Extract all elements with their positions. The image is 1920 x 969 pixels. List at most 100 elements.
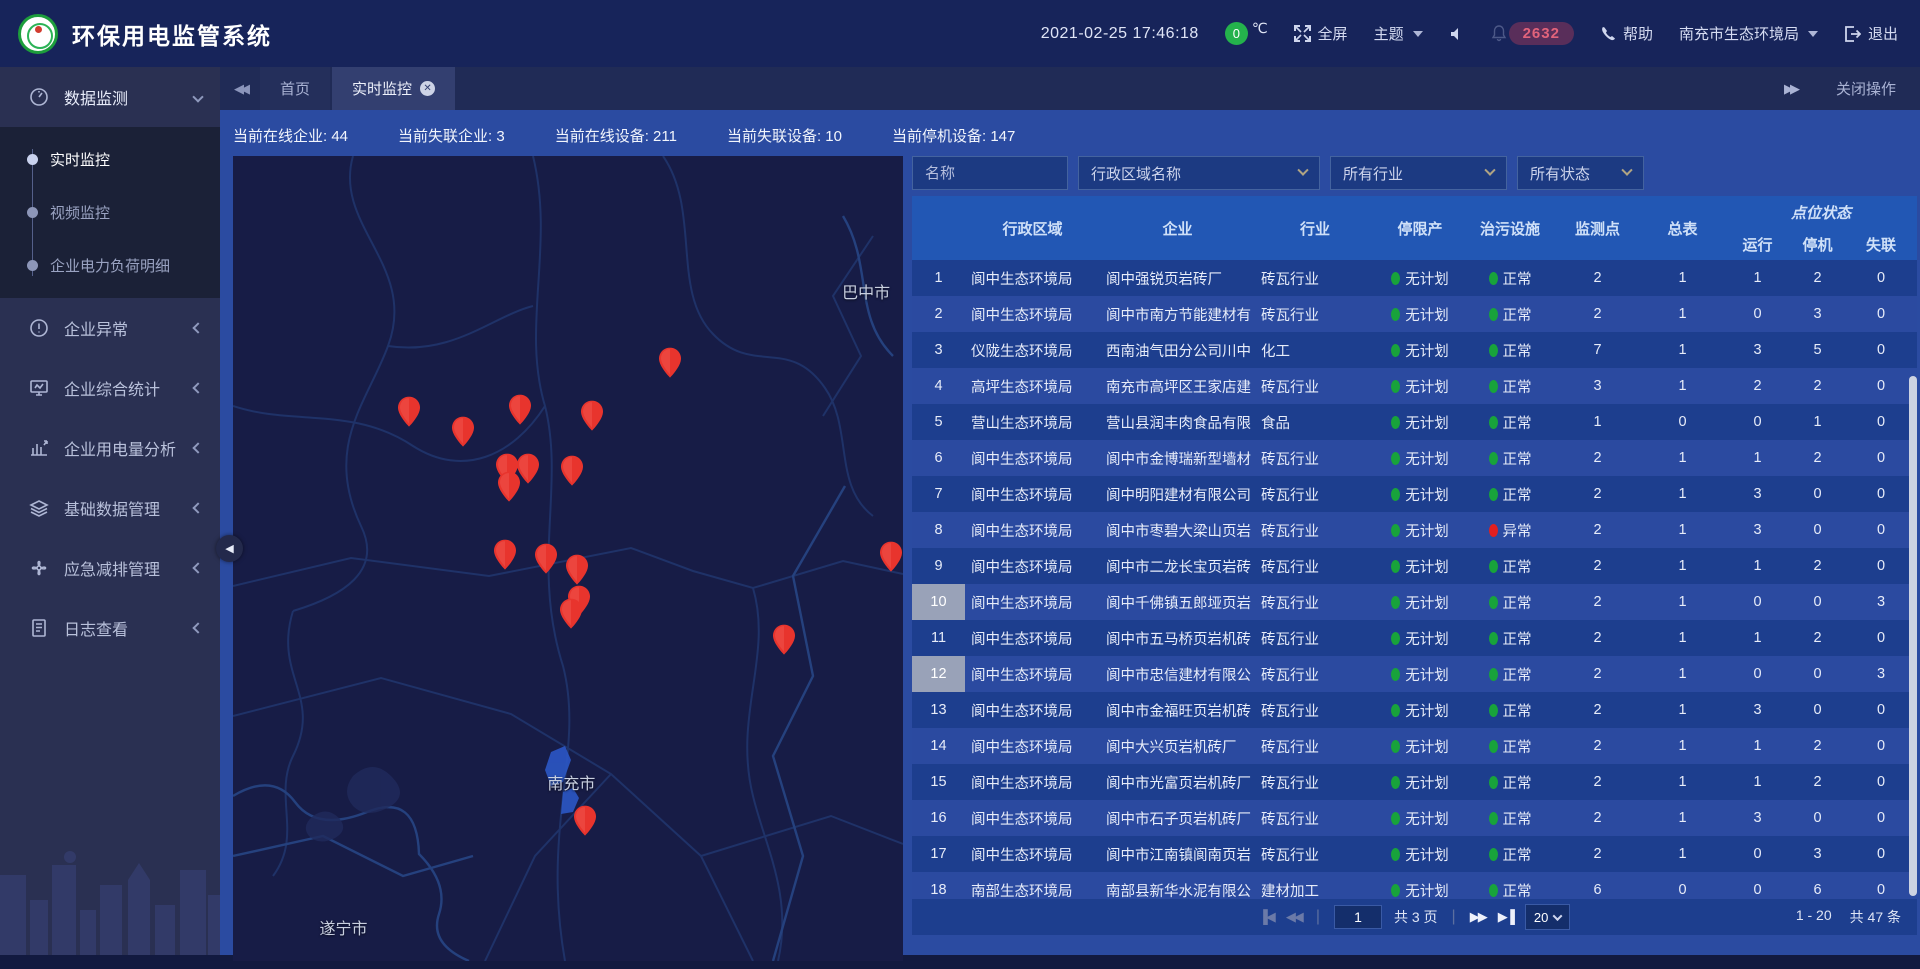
row-meters: 1 — [1640, 594, 1725, 610]
row-region: 南部生态环境局 — [965, 880, 1100, 900]
map-pin[interactable] — [452, 417, 474, 447]
table-row[interactable]: 10阆中生态环境局阆中千佛镇五郎垭页岩砖瓦行业无计划正常21003 — [912, 584, 1917, 620]
row-points: 2 — [1555, 630, 1640, 646]
table-row[interactable]: 13阆中生态环境局阆中市金福旺页岩机砖砖瓦行业无计划正常21300 — [912, 692, 1917, 728]
sidebar-item-0[interactable]: 数据监测 — [0, 67, 220, 127]
row-meters: 0 — [1640, 414, 1725, 430]
table-scrollbar[interactable] — [1909, 376, 1917, 896]
logout-button[interactable]: 退出 — [1844, 23, 1898, 44]
row-stopped: 2 — [1790, 630, 1845, 646]
status-dot — [1391, 884, 1400, 897]
map-pin[interactable] — [517, 453, 539, 483]
col-index — [912, 196, 965, 260]
close-operations-button[interactable]: 关闭操作 — [1836, 78, 1896, 99]
col-facility: 治污设施 — [1465, 196, 1555, 260]
layers-icon — [28, 497, 50, 519]
mute-button[interactable] — [1449, 26, 1465, 42]
map-pin[interactable] — [498, 472, 520, 502]
row-running: 3 — [1725, 522, 1790, 538]
tab-首页[interactable]: 首页 — [260, 67, 330, 110]
status-select[interactable]: 所有状态 — [1517, 156, 1644, 190]
map-pin[interactable] — [566, 555, 588, 585]
chevron-icon — [192, 622, 203, 633]
tab-close-icon[interactable]: ✕ — [420, 81, 435, 96]
last-page-icon[interactable]: ▶▐ — [1498, 909, 1513, 925]
table-row[interactable]: 14阆中生态环境局阆中大兴页岩机砖厂砖瓦行业无计划正常21120 — [912, 728, 1917, 764]
industry-select[interactable]: 所有行业 — [1330, 156, 1507, 190]
row-region: 阆中生态环境局 — [965, 556, 1100, 577]
map-pin[interactable] — [581, 401, 603, 431]
table-row[interactable]: 1阆中生态环境局阆中强锐页岩砖厂砖瓦行业无计划正常21120 — [912, 260, 1917, 296]
row-index: 1 — [912, 260, 965, 296]
page-number-input[interactable] — [1334, 905, 1382, 929]
sidebar-subitem-0-2[interactable]: 企业电力负荷明细 — [0, 239, 220, 292]
table-row[interactable]: 5营山生态环境局营山县润丰肉食品有限食品无计划正常10010 — [912, 404, 1917, 440]
sidebar-item-1[interactable]: 企业异常 — [0, 298, 220, 358]
tabs-scroll-left-icon[interactable]: ◀◀ — [234, 81, 246, 97]
table-row[interactable]: 3仪陇生态环境局西南油气田分公司川中化工无计划正常71350 — [912, 332, 1917, 368]
row-offline: 0 — [1845, 342, 1917, 358]
row-running: 0 — [1725, 306, 1790, 322]
map-pin[interactable] — [560, 598, 582, 628]
chevron-icon — [192, 502, 203, 513]
tab-实时监控[interactable]: 实时监控✕ — [332, 67, 455, 110]
map-pin[interactable] — [574, 806, 596, 836]
row-running: 3 — [1725, 702, 1790, 718]
row-limit-status: 无计划 — [1375, 412, 1465, 433]
table-row[interactable]: 8阆中生态环境局阆中市枣碧大梁山页岩砖瓦行业无计划异常21300 — [912, 512, 1917, 548]
row-company: 营山县润丰肉食品有限 — [1100, 412, 1255, 433]
map-panel[interactable]: 巴中市南充市遂宁市 — [233, 156, 903, 961]
tabs-scroll-right-icon[interactable]: ▶▶ — [1784, 81, 1796, 97]
name-search-input[interactable] — [912, 156, 1068, 190]
prev-page-icon[interactable]: ◀◀ — [1286, 909, 1302, 925]
sidebar-item-3[interactable]: 企业用电量分析 — [0, 418, 220, 478]
sidebar-item-5[interactable]: 应急减排管理 — [0, 538, 220, 598]
table-row[interactable]: 9阆中生态环境局阆中市二龙长宝页岩砖砖瓦行业无计划正常21120 — [912, 548, 1917, 584]
table-row[interactable]: 16阆中生态环境局阆中市石子页岩机砖厂砖瓦行业无计划正常21300 — [912, 800, 1917, 836]
map-pin[interactable] — [398, 397, 420, 427]
table-row[interactable]: 6阆中生态环境局阆中市金博瑞新型墙材砖瓦行业无计划正常21120 — [912, 440, 1917, 476]
table-row[interactable]: 11阆中生态环境局阆中市五马桥页岩机砖砖瓦行业无计划正常21120 — [912, 620, 1917, 656]
sidebar-subitem-0-1[interactable]: 视频监控 — [0, 186, 220, 239]
notification-area[interactable]: 2632 — [1491, 22, 1574, 45]
map-pin[interactable] — [509, 394, 531, 424]
table-row[interactable]: 12阆中生态环境局阆中市忠信建材有限公砖瓦行业无计划正常21003 — [912, 656, 1917, 692]
row-points: 2 — [1555, 666, 1640, 682]
map-pin[interactable] — [561, 456, 583, 486]
map-city-label: 遂宁市 — [320, 915, 368, 939]
status-dot — [1391, 848, 1400, 861]
first-page-icon[interactable]: ▐◀ — [1259, 909, 1274, 925]
help-button[interactable]: 帮助 — [1600, 23, 1653, 44]
table-row[interactable]: 17阆中生态环境局阆中市江南镇阆南页岩砖瓦行业无计划正常21030 — [912, 836, 1917, 872]
row-facility-status: 正常 — [1465, 592, 1555, 613]
sidebar-subitem-0-0[interactable]: 实时监控 — [0, 133, 220, 186]
row-facility-status: 正常 — [1465, 844, 1555, 865]
table-row[interactable]: 4高坪生态环境局南充市高坪区王家店建砖瓦行业无计划正常31220 — [912, 368, 1917, 404]
row-facility-status: 正常 — [1465, 736, 1555, 757]
table-row[interactable]: 2阆中生态环境局阆中市南方节能建材有砖瓦行业无计划正常21030 — [912, 296, 1917, 332]
map-pin[interactable] — [659, 348, 681, 378]
table-row[interactable]: 15阆中生态环境局阆中市光富页岩机砖厂砖瓦行业无计划正常21120 — [912, 764, 1917, 800]
row-facility-status: 正常 — [1465, 304, 1555, 325]
sidebar-item-4[interactable]: 基础数据管理 — [0, 478, 220, 538]
sidebar-item-2[interactable]: 企业综合统计 — [0, 358, 220, 418]
next-page-icon[interactable]: ▶▶ — [1470, 909, 1486, 925]
row-index: 13 — [912, 692, 965, 728]
region-select[interactable]: 行政区域名称 — [1078, 156, 1320, 190]
fullscreen-button[interactable]: 全屏 — [1294, 23, 1348, 44]
map-pin[interactable] — [773, 625, 795, 655]
map-collapse-button[interactable]: ◀ — [216, 535, 243, 562]
sidebar-item-6[interactable]: 日志查看 — [0, 598, 220, 658]
row-company: 阆中大兴页岩机砖厂 — [1100, 736, 1255, 757]
page-size-select[interactable]: 20 — [1525, 904, 1570, 930]
org-dropdown[interactable]: 南充市生态环境局 — [1679, 23, 1818, 44]
theme-dropdown[interactable]: 主题 — [1374, 23, 1423, 44]
row-region: 阆中生态环境局 — [965, 700, 1100, 721]
map-pin[interactable] — [494, 539, 516, 569]
row-running: 0 — [1725, 846, 1790, 862]
table-row[interactable]: 18南部生态环境局南部县新华水泥有限公建材加工无计划正常60060 — [912, 872, 1917, 899]
table-row[interactable]: 7阆中生态环境局阆中明阳建材有限公司砖瓦行业无计划正常21300 — [912, 476, 1917, 512]
map-pin[interactable] — [535, 543, 557, 573]
map-pin[interactable] — [880, 542, 902, 572]
row-offline: 0 — [1845, 558, 1917, 574]
